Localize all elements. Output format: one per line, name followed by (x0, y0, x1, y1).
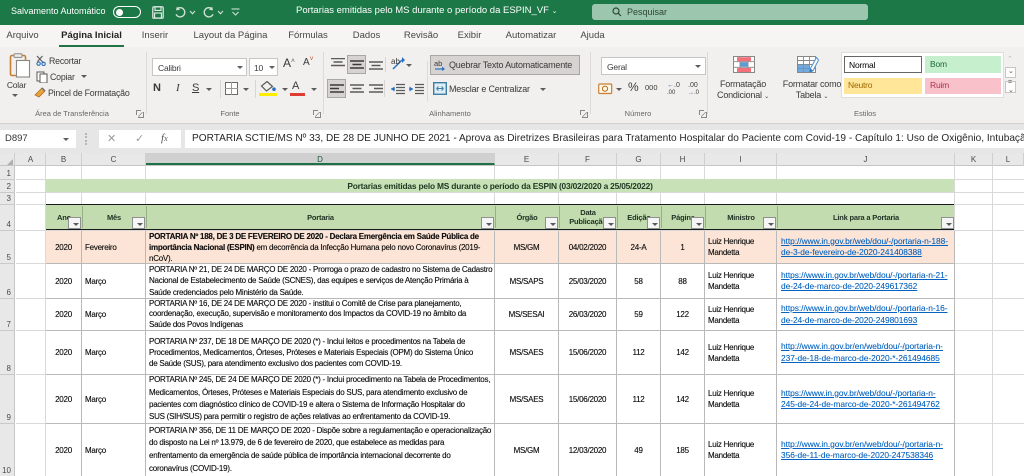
svg-text:ab: ab (434, 59, 442, 68)
svg-text:ab: ab (391, 57, 400, 66)
